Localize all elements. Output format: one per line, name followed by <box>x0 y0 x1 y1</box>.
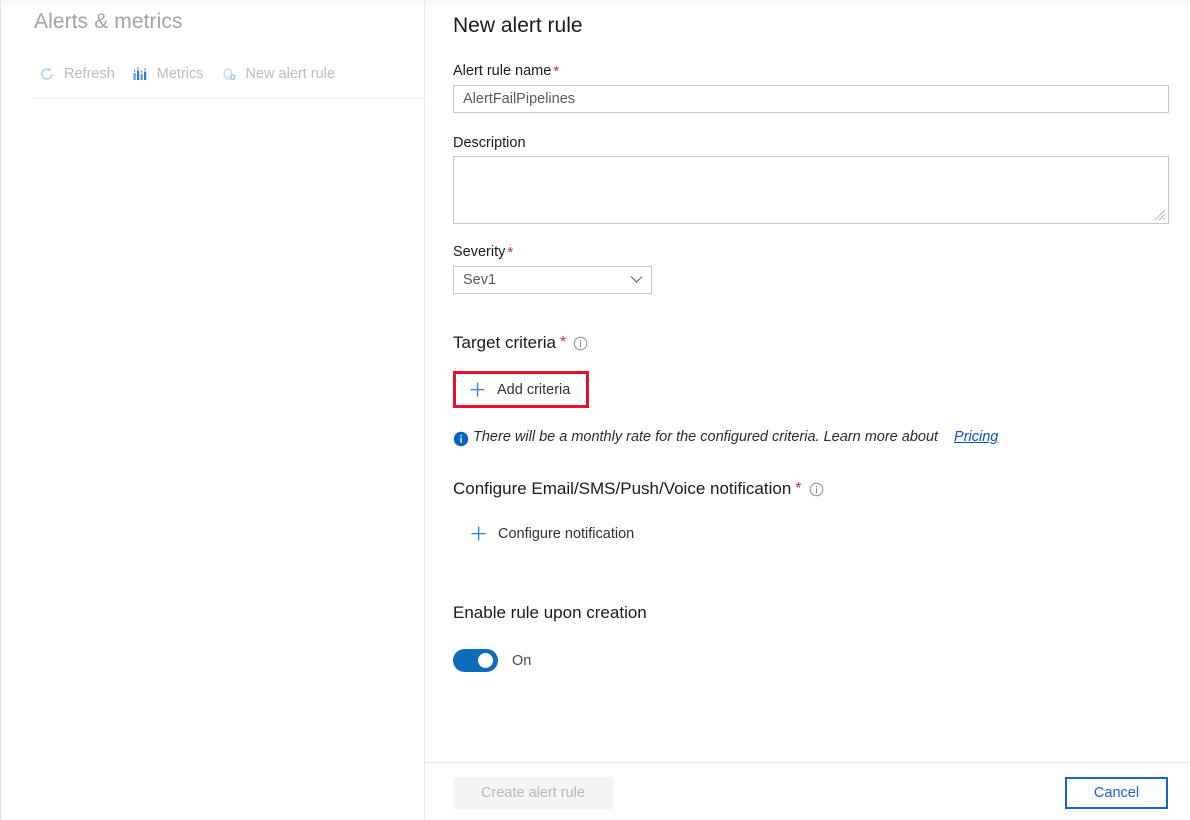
toolbar-refresh-button[interactable]: Refresh <box>34 62 127 86</box>
required-asterisk: * <box>553 63 559 80</box>
alert-rule-name-field: Alert rule name* <box>453 63 1169 113</box>
cancel-button[interactable]: Cancel <box>1065 777 1168 809</box>
new-alert-rule-blade: New alert rule Alert rule name* Descript… <box>425 0 1190 820</box>
page-title: New alert rule <box>453 14 583 38</box>
toolbar-divider <box>34 98 426 99</box>
required-asterisk: * <box>560 334 566 352</box>
pricing-note: There will be a monthly rate for the con… <box>453 429 998 447</box>
info-circle-outline-icon[interactable] <box>809 482 824 497</box>
target-criteria-heading-text: Target criteria <box>453 333 556 353</box>
pricing-note-text: There will be a monthly rate for the con… <box>473 429 938 445</box>
chevron-down-icon <box>630 275 643 284</box>
enable-rule-toggle[interactable] <box>453 649 498 672</box>
required-asterisk: * <box>795 480 801 498</box>
toggle-knob <box>478 653 493 668</box>
alerts-and-metrics-panel: Alerts & metrics Refresh <box>0 0 425 820</box>
notification-heading-text: Configure Email/SMS/Push/Voice notificat… <box>453 479 791 499</box>
toolbar-metrics-label: Metrics <box>157 66 204 82</box>
enable-rule-state-label: On <box>512 653 531 669</box>
severity-field: Severity* Sev1 <box>453 244 652 294</box>
configure-notification-label: Configure notification <box>498 526 634 542</box>
panel-toolbar: Refresh Metrics <box>34 62 347 86</box>
blade-footer: Create alert rule Cancel <box>425 762 1190 820</box>
toolbar-metrics-button[interactable]: Metrics <box>127 62 216 86</box>
pricing-link[interactable]: Pricing <box>954 429 998 445</box>
description-label: Description <box>453 135 1169 151</box>
add-criteria-highlight: Add criteria <box>453 371 998 408</box>
enable-rule-heading: Enable rule upon creation <box>453 603 647 623</box>
severity-dropdown[interactable]: Sev1 <box>453 266 652 294</box>
severity-label: Severity* <box>453 244 652 261</box>
description-textarea-wrapper <box>453 156 1169 224</box>
toolbar-refresh-label: Refresh <box>64 66 115 82</box>
toolbar-new-alert-rule-button[interactable]: New alert rule <box>216 62 347 86</box>
enable-rule-toggle-row: On <box>453 649 647 672</box>
alert-rule-name-label: Alert rule name* <box>453 63 1169 80</box>
alert-rule-name-label-text: Alert rule name <box>453 63 551 79</box>
add-criteria-label: Add criteria <box>497 382 570 398</box>
plus-icon <box>469 381 486 398</box>
add-criteria-content: Add criteria <box>469 381 570 398</box>
description-textarea[interactable] <box>453 156 1169 224</box>
notification-section: Configure Email/SMS/Push/Voice notificat… <box>453 479 824 547</box>
plus-icon <box>470 525 487 542</box>
target-criteria-section: Target criteria* <box>453 333 998 447</box>
description-field: Description <box>453 135 1169 224</box>
required-asterisk: * <box>507 244 513 261</box>
toolbar-new-alert-rule-label: New alert rule <box>246 66 335 82</box>
panel-title: Alerts & metrics <box>34 10 183 34</box>
bell-plus-icon <box>220 65 238 83</box>
alert-rule-screen: Alerts & metrics Refresh <box>0 0 1190 820</box>
configure-notification-button[interactable]: Configure notification <box>470 525 634 542</box>
enable-rule-section: Enable rule upon creation On <box>453 603 647 672</box>
alert-rule-name-input[interactable] <box>453 85 1169 113</box>
info-circle-filled-icon <box>453 431 469 447</box>
add-criteria-button[interactable]: Add criteria <box>453 371 589 408</box>
metrics-bar-chart-icon <box>131 65 149 83</box>
info-circle-outline-icon[interactable] <box>573 336 588 351</box>
severity-label-text: Severity <box>453 244 505 260</box>
create-alert-rule-button[interactable]: Create alert rule <box>453 777 613 809</box>
notification-heading: Configure Email/SMS/Push/Voice notificat… <box>453 479 824 499</box>
refresh-icon <box>38 65 56 83</box>
target-criteria-heading: Target criteria* <box>453 333 998 353</box>
severity-selected-value: Sev1 <box>453 266 652 294</box>
